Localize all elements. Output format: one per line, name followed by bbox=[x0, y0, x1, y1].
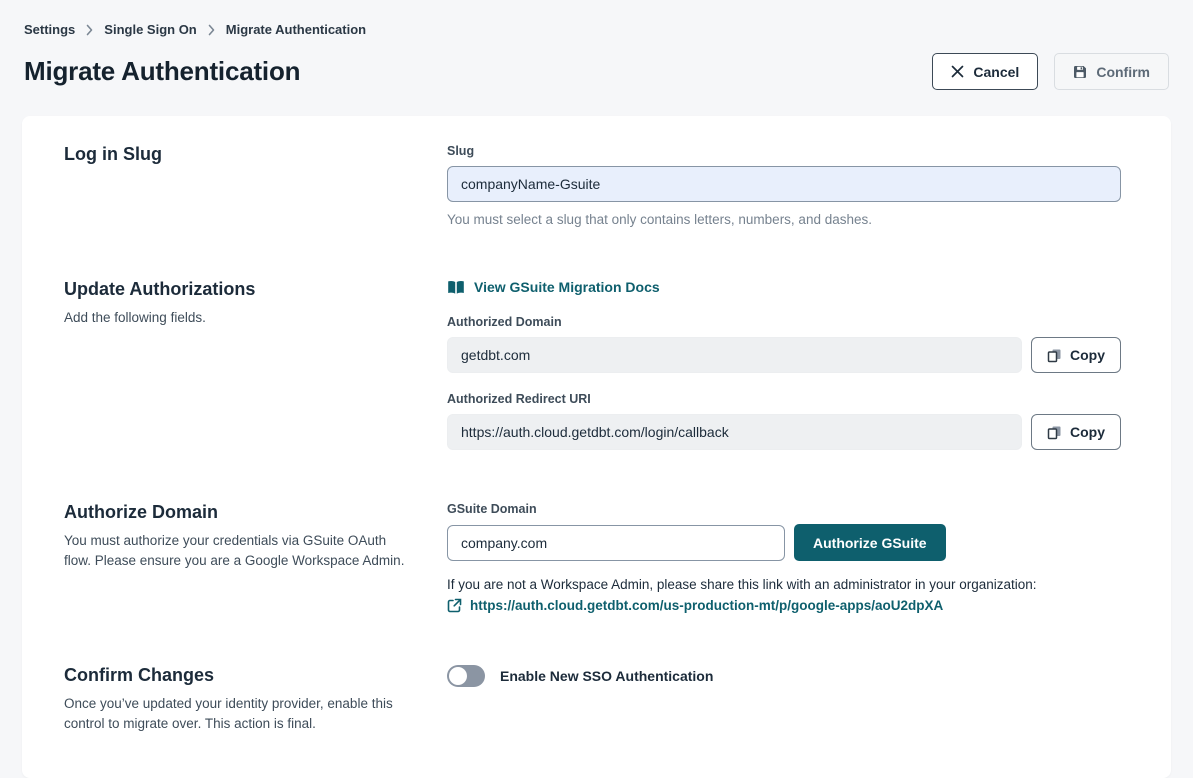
section-update-authorizations: Update Authorizations Add the following … bbox=[64, 279, 1121, 450]
page-title: Migrate Authentication bbox=[24, 56, 300, 87]
authorize-domain-heading: Authorize Domain bbox=[64, 502, 447, 523]
enable-sso-toggle[interactable] bbox=[447, 665, 485, 687]
gsuite-domain-label: GSuite Domain bbox=[447, 502, 1121, 516]
gsuite-domain-input[interactable] bbox=[447, 525, 785, 561]
gsuite-migration-docs-link[interactable]: View GSuite Migration Docs bbox=[447, 279, 660, 295]
save-icon bbox=[1073, 65, 1087, 79]
section-authorize-domain: Authorize Domain You must authorize your… bbox=[64, 502, 1121, 613]
copy-authorized-domain-button[interactable]: Copy bbox=[1031, 337, 1121, 373]
chevron-right-icon bbox=[207, 24, 216, 36]
workspace-admin-note: If you are not a Workspace Admin, please… bbox=[447, 577, 1121, 592]
login-slug-heading: Log in Slug bbox=[64, 144, 447, 165]
section-login-slug: Log in Slug Slug You must select a slug … bbox=[64, 144, 1121, 227]
copy-button-label: Copy bbox=[1070, 347, 1105, 363]
copy-icon bbox=[1047, 348, 1062, 363]
update-authorizations-heading: Update Authorizations bbox=[64, 279, 447, 300]
section-confirm-changes: Confirm Changes Once you’ve updated your… bbox=[64, 665, 1121, 734]
chevron-right-icon bbox=[85, 24, 94, 36]
page-header: Settings Single Sign On Migrate Authenti… bbox=[0, 0, 1193, 90]
confirm-changes-description: Once you’ve updated your identity provid… bbox=[64, 694, 409, 734]
gsuite-migration-docs-link-label: View GSuite Migration Docs bbox=[474, 279, 660, 295]
slug-helper-text: You must select a slug that only contain… bbox=[447, 212, 1121, 227]
header-actions: Cancel Confirm bbox=[932, 53, 1169, 90]
external-link-icon bbox=[447, 598, 462, 613]
copy-redirect-uri-button[interactable]: Copy bbox=[1031, 414, 1121, 450]
copy-icon bbox=[1047, 425, 1062, 440]
breadcrumb-single-sign-on[interactable]: Single Sign On bbox=[104, 22, 196, 37]
cancel-button-label: Cancel bbox=[973, 64, 1019, 80]
authorized-domain-value: getdbt.com bbox=[447, 337, 1022, 373]
toggle-knob bbox=[449, 667, 467, 685]
authorized-redirect-uri-value: https://auth.cloud.getdbt.com/login/call… bbox=[447, 414, 1022, 450]
breadcrumb-settings[interactable]: Settings bbox=[24, 22, 75, 37]
slug-input[interactable] bbox=[447, 166, 1121, 202]
slug-field-label: Slug bbox=[447, 144, 1121, 158]
breadcrumb: Settings Single Sign On Migrate Authenti… bbox=[24, 22, 1169, 37]
authorized-domain-label: Authorized Domain bbox=[447, 315, 1121, 329]
authorize-domain-description: You must authorize your credentials via … bbox=[64, 531, 409, 571]
enable-sso-toggle-label: Enable New SSO Authentication bbox=[500, 668, 713, 684]
update-authorizations-description: Add the following fields. bbox=[64, 308, 409, 328]
authorize-gsuite-button[interactable]: Authorize GSuite bbox=[794, 524, 946, 561]
close-icon bbox=[951, 65, 964, 78]
book-icon bbox=[447, 280, 465, 295]
authorized-redirect-uri-label: Authorized Redirect URI bbox=[447, 392, 1121, 406]
admin-share-link[interactable]: https://auth.cloud.getdbt.com/us-product… bbox=[470, 598, 943, 613]
copy-button-label: Copy bbox=[1070, 424, 1105, 440]
breadcrumb-current-page: Migrate Authentication bbox=[226, 22, 366, 37]
confirm-button[interactable]: Confirm bbox=[1054, 53, 1169, 90]
cancel-button[interactable]: Cancel bbox=[932, 53, 1038, 90]
confirm-button-label: Confirm bbox=[1096, 64, 1150, 80]
migrate-auth-card: Log in Slug Slug You must select a slug … bbox=[22, 116, 1171, 778]
confirm-changes-heading: Confirm Changes bbox=[64, 665, 447, 686]
